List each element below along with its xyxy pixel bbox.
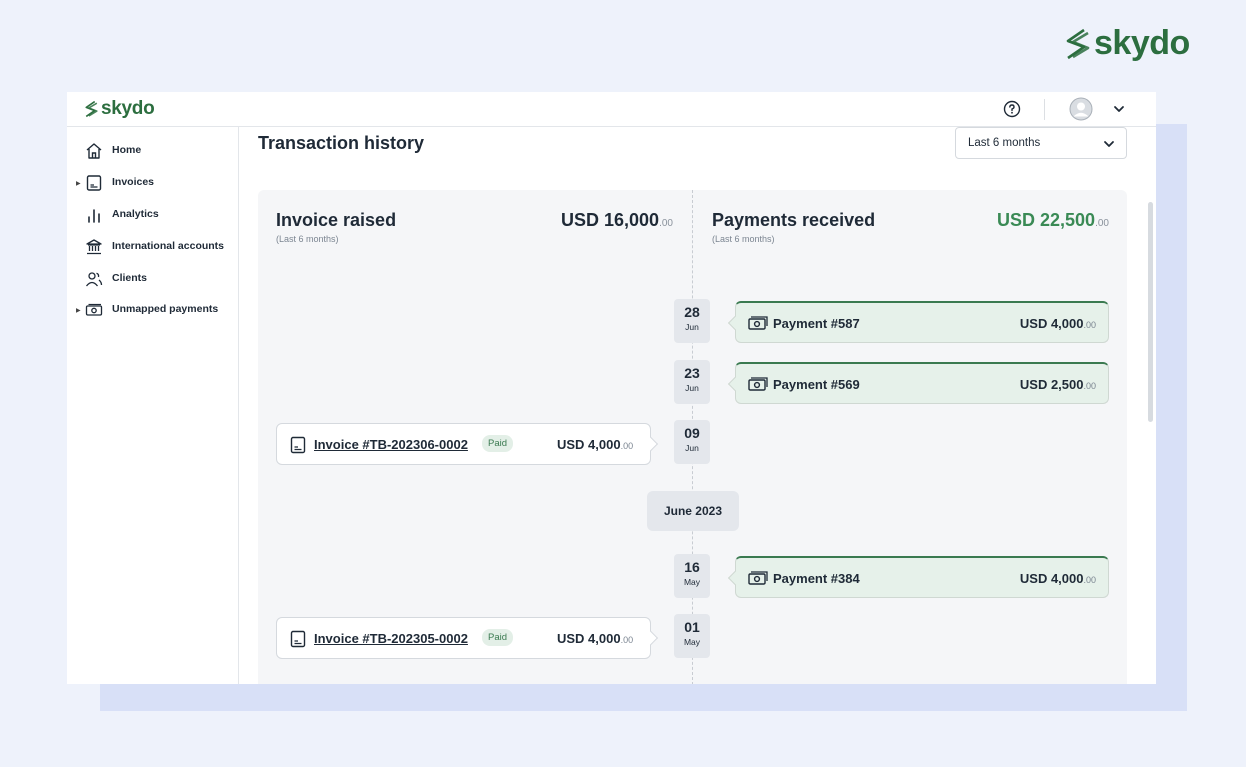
- sidebar-item-label: Unmapped payments: [112, 303, 219, 315]
- payment-column-subtitle: (Last 6 months): [712, 234, 775, 244]
- invoice-link[interactable]: Invoice #TB-202305-0002: [314, 631, 468, 646]
- cash-icon: [85, 303, 103, 316]
- payment-amount: USD 4,000.00: [1019, 571, 1096, 586]
- status-badge: Paid: [482, 435, 514, 452]
- sidebar-item-international-accounts[interactable]: International accounts: [67, 235, 238, 259]
- brand-logo-large: skydo: [1064, 24, 1190, 63]
- status-badge: Paid: [482, 629, 514, 646]
- sidebar-item-clients[interactable]: Clients: [67, 267, 238, 291]
- transaction-board: Invoice raised (Last 6 months) USD 16,00…: [258, 190, 1127, 684]
- brand-name: skydo: [1094, 24, 1190, 62]
- clients-icon: [85, 272, 103, 287]
- bank-icon: [86, 239, 102, 255]
- sidebar-item-label: Clients: [112, 272, 148, 284]
- cash-icon: [748, 571, 768, 585]
- sidebar-item-analytics[interactable]: Analytics: [67, 203, 238, 227]
- payment-label: Payment #384: [773, 571, 860, 586]
- app-brand-name: skydo: [101, 98, 155, 119]
- app-window: skydo Home ▶ Invoices Analytics Internat…: [67, 92, 1156, 684]
- sidebar-item-invoices[interactable]: ▶ Invoices: [67, 171, 238, 195]
- payment-label: Payment #587: [773, 316, 860, 331]
- cash-icon: [748, 316, 768, 330]
- page-title: Transaction history: [258, 133, 425, 153]
- payment-card[interactable]: Payment #587 USD 4,000.00: [727, 301, 1109, 343]
- chevron-down-icon[interactable]: [1112, 102, 1126, 116]
- user-avatar-icon[interactable]: [1069, 97, 1093, 121]
- invoice-column-subtitle: (Last 6 months): [276, 234, 339, 244]
- sidebar-item-label: International accounts: [112, 240, 225, 252]
- period-select-value: Last 6 months: [968, 137, 1041, 149]
- date-chip: 28 Jun: [674, 299, 710, 343]
- topbar-divider: [1044, 99, 1045, 120]
- payment-card[interactable]: Payment #384 USD 4,000.00: [727, 556, 1109, 598]
- sidebar-item-label: Invoices: [112, 176, 155, 188]
- help-circle-icon[interactable]: [1003, 100, 1021, 118]
- expand-caret-icon[interactable]: ▶: [76, 180, 81, 187]
- payment-label: Payment #569: [773, 377, 860, 392]
- bar-chart-icon: [88, 209, 100, 223]
- date-chip: 01 May: [674, 614, 710, 658]
- expand-caret-icon[interactable]: ▶: [76, 307, 81, 314]
- sidebar-item-label: Home: [112, 144, 142, 156]
- payment-amount: USD 4,000.00: [1019, 316, 1096, 331]
- skydo-logo-icon: [1066, 28, 1090, 59]
- payment-amount: USD 2,500.00: [1019, 377, 1096, 392]
- period-select[interactable]: Last 6 months: [955, 127, 1127, 159]
- payment-column-title: Payments received: [712, 210, 876, 230]
- invoice-icon: [290, 436, 306, 454]
- date-chip: 09 Jun: [674, 420, 710, 464]
- month-divider: June 2023: [647, 491, 739, 531]
- sidebar-item-label: Analytics: [112, 208, 159, 220]
- payment-card[interactable]: Payment #569 USD 2,500.00: [727, 362, 1109, 404]
- invoice-card[interactable]: Invoice #TB-202306-0002 Paid USD 4,000.0…: [276, 423, 659, 465]
- app-logo[interactable]: skydo: [84, 98, 155, 120]
- skydo-logo-icon: [85, 100, 98, 118]
- payment-total-amount: USD 22,500.00: [997, 210, 1109, 230]
- date-chip: 23 Jun: [674, 360, 710, 404]
- chevron-down-icon: [1104, 141, 1114, 147]
- home-icon: [86, 143, 102, 159]
- sidebar-item-unmapped-payments[interactable]: ▶ Unmapped payments: [67, 298, 238, 322]
- cash-icon: [748, 377, 768, 391]
- scrollbar[interactable]: [1148, 202, 1153, 422]
- main-content: Transaction history Last 6 months Invoic…: [239, 127, 1156, 684]
- invoice-amount: USD 4,000.00: [557, 631, 634, 646]
- top-bar: skydo: [67, 92, 1156, 127]
- sidebar: Home ▶ Invoices Analytics International …: [67, 127, 239, 684]
- date-chip: 16 May: [674, 554, 710, 598]
- invoice-column-title: Invoice raised: [276, 210, 397, 230]
- invoice-amount: USD 4,000.00: [557, 437, 634, 452]
- invoice-card[interactable]: Invoice #TB-202305-0002 Paid USD 4,000.0…: [276, 617, 659, 659]
- invoice-link[interactable]: Invoice #TB-202306-0002: [314, 437, 468, 452]
- invoice-icon: [86, 175, 102, 191]
- invoice-total-amount: USD 16,000.00: [561, 210, 673, 230]
- invoice-icon: [290, 630, 306, 648]
- sidebar-item-home[interactable]: Home: [67, 139, 238, 163]
